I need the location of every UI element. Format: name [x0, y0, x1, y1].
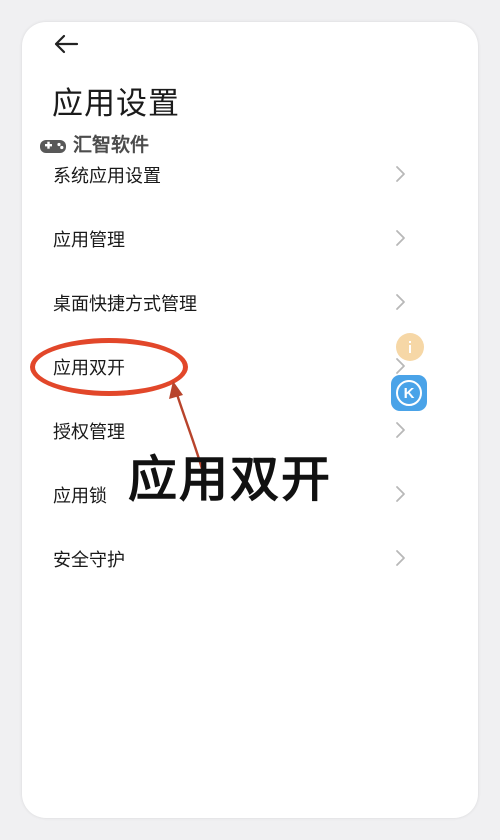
back-button[interactable]	[50, 30, 82, 58]
page-title: 应用设置	[52, 86, 180, 122]
gamepad-icon	[40, 139, 66, 153]
menu-item-label: 桌面快捷方式管理	[53, 294, 197, 315]
chevron-right-icon	[396, 166, 405, 182]
menu-item-label: 授权管理	[53, 422, 125, 443]
menu-item-security-guard[interactable]: 安全守护	[22, 526, 478, 590]
watermark-label: 汇智软件	[73, 134, 150, 156]
info-icon	[396, 333, 424, 361]
chevron-right-icon	[396, 230, 405, 246]
menu-item-label: 安全守护	[53, 550, 125, 571]
menu-item-label: 系统应用设置	[53, 166, 161, 187]
k-app-icon[interactable]: K	[391, 375, 427, 411]
chevron-right-icon	[396, 422, 405, 438]
floating-widget[interactable]: K	[386, 327, 430, 423]
menu-item-app-management[interactable]: 应用管理	[22, 206, 478, 270]
settings-screen: 应用设置 系统应用设置 应用管理 桌面快捷方式管理 应用双开 授权管理 应用锁 …	[22, 22, 478, 818]
watermark: 汇智软件	[39, 130, 149, 157]
chevron-right-icon	[396, 486, 405, 502]
menu-item-label: 应用双开	[53, 358, 125, 379]
menu-item-label: 应用锁	[53, 486, 107, 507]
menu-item-desktop-shortcut-management[interactable]: 桌面快捷方式管理	[22, 270, 478, 334]
chevron-right-icon	[396, 294, 405, 310]
chevron-right-icon	[396, 550, 405, 566]
menu-item-label: 应用管理	[53, 230, 125, 251]
annotation-label: 应用双开	[128, 451, 333, 508]
back-arrow-icon	[54, 34, 79, 54]
